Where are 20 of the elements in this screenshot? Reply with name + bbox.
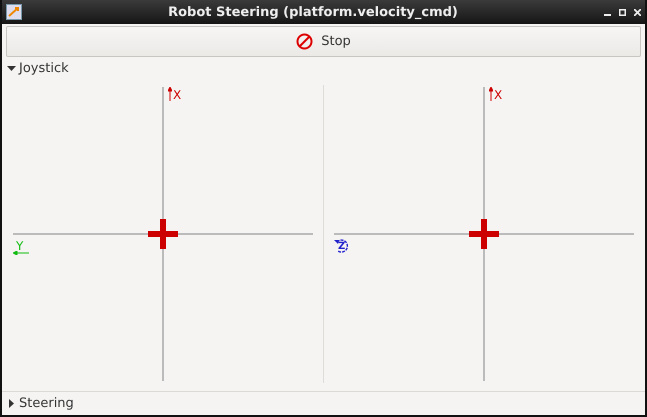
up-arrow-icon	[168, 87, 172, 101]
app-icon	[6, 4, 22, 20]
axis-label: X	[494, 89, 502, 101]
joystick-handle[interactable]	[148, 219, 178, 249]
joystick-pad[interactable]: X Y	[13, 85, 313, 383]
stop-icon	[296, 33, 314, 50]
maximize-icon[interactable]	[619, 8, 626, 16]
section-header[interactable]: Steering	[2, 394, 645, 412]
stop-button[interactable]: Stop	[6, 26, 641, 57]
axis-label: Y	[16, 240, 24, 252]
axis-label: Z	[338, 241, 346, 253]
window-title: Robot Steering (platform.velocity_cmd)	[167, 4, 459, 20]
rotation-arrow-icon	[334, 238, 350, 253]
up-arrow-icon	[489, 87, 493, 101]
section-header[interactable]: Joystick	[2, 59, 645, 77]
joystick-pad[interactable]: X Z	[334, 85, 634, 383]
axis-label: X	[173, 89, 182, 101]
left-arrow-icon	[13, 251, 29, 255]
joystick-handle[interactable]	[469, 219, 499, 249]
close-icon[interactable]	[634, 8, 641, 16]
